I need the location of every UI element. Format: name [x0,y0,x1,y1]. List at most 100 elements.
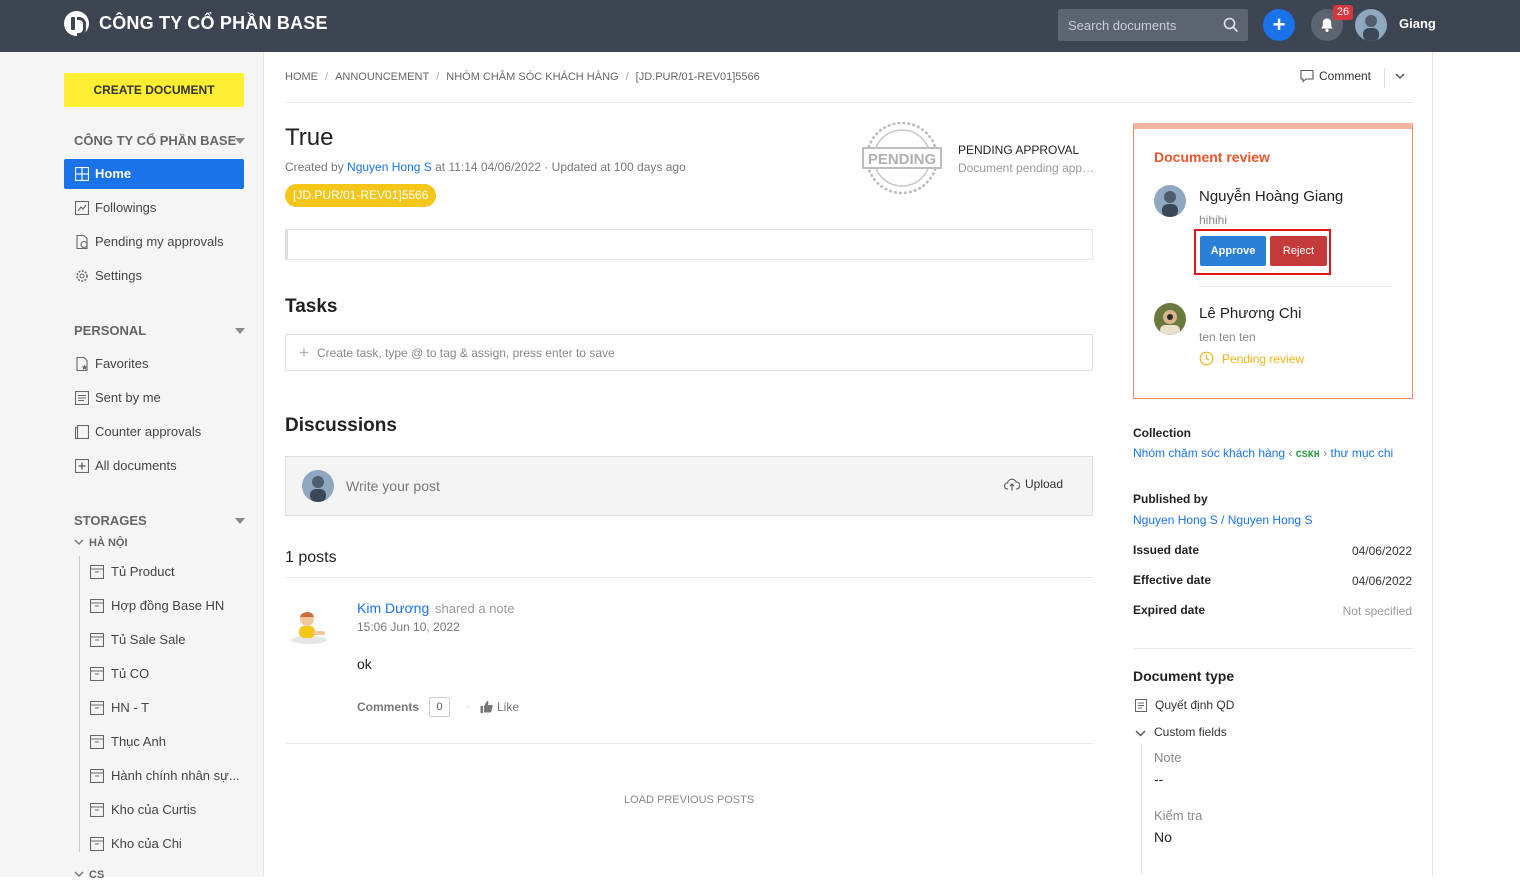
task-input[interactable] [317,335,1077,370]
published-value-link[interactable]: Nguyen Hong S / Nguyen Hong S [1133,513,1415,528]
separator: › [1323,446,1328,460]
tasks-heading: Tasks [285,296,338,317]
custom-fields-label: Custom fields [1154,725,1227,739]
company-title[interactable]: CÔNG TY CỔ PHẦN BASE [99,13,328,34]
chevron-down-icon[interactable] [235,138,245,144]
grid-icon [75,167,89,181]
sidebar-item-label: All documents [95,458,177,473]
post-action: shared a note [435,601,515,616]
plus-icon: + [299,343,309,362]
archive-icon [90,803,104,817]
storage-item-label: Tủ Sale Sale [111,632,186,647]
storage-root-hanoi[interactable]: HÀ NỘI [74,537,128,549]
approve-button[interactable]: Approve [1200,236,1266,266]
storage-root-label: CS [89,869,105,881]
document-clock-icon [76,235,88,249]
personal-section-header[interactable]: PERSONAL [74,323,146,338]
chevron-down-icon[interactable] [1395,72,1405,80]
breadcrumb-separator: / [436,71,440,83]
document-type-label: Quyết định QD [1155,698,1235,712]
post-author-link[interactable]: Kim Dương [357,600,429,616]
chart-icon [75,201,89,215]
breadcrumb-item-document[interactable]: [JD.PUR/01-REV01]5566 [636,71,760,83]
sidebar-item-counter-approvals[interactable]: Counter approvals [64,417,244,447]
add-button[interactable]: + [1263,9,1295,41]
storage-item-label: Thục Anh [111,734,166,749]
sidebar-item-pending-approvals[interactable]: Pending my approvals [64,227,244,257]
archive-icon [90,837,104,851]
meta-suffix: at 11:14 04/06/2022 · Updated at 100 day… [431,160,686,174]
custom-field-value: No [1154,829,1172,845]
sidebar-item-sent-by-me[interactable]: Sent by me [64,383,244,413]
meta-prefix: Created by [285,160,348,174]
document-title: True [285,124,334,151]
sidebar-item-followings[interactable]: Followings [64,193,244,223]
post-time: 15:06 Jun 10, 2022 [357,620,460,634]
comments-button[interactable]: Comments [357,700,419,714]
custom-fields-toggle[interactable]: Custom fields [1135,725,1227,739]
collection-link[interactable]: Nhóm chăm sóc khách hàng [1133,446,1285,460]
document-review-card: Document review Nguyễn Hoàng Giang hihih… [1133,123,1413,399]
status-subtitle: Document pending approval [958,161,1098,175]
search-input[interactable] [1058,9,1218,41]
base-logo-icon[interactable] [64,11,89,36]
sidebar: CREATE DOCUMENT CÔNG TY CỔ PHẦN BASE Hom… [0,52,264,881]
sidebar-item-label: Followings [95,200,157,215]
storage-root-label: HÀ NỘI [89,537,128,549]
search-icon[interactable] [1222,16,1240,34]
review-actions: Approve Reject [1194,229,1331,275]
custom-field-label: Kiểm tra [1154,808,1203,823]
chevron-down-icon[interactable] [235,518,245,524]
document-type-value: Quyết định QD [1135,698,1234,712]
comment-icon [1300,69,1314,83]
storage-item-label: Hợp đồng Base HN [111,598,225,613]
post-input[interactable] [346,471,946,501]
separator: ‹ [1288,446,1293,460]
storage-item-label: Kho của Curtis [111,802,197,817]
top-bar: CÔNG TY CỔ PHẦN BASE + 26 Giang [0,0,1520,52]
comment-button[interactable]: Comment [1300,69,1371,83]
storage-root-cs[interactable]: CS [74,869,104,881]
sidebar-item-favorites[interactable]: Favorites [64,349,244,379]
sidebar-item-label: Settings [95,268,142,283]
custom-field-label: Note [1154,750,1182,765]
company-section-header[interactable]: CÔNG TY CỔ PHẦN BASE [74,133,236,148]
sidebar-item-home[interactable]: Home [64,159,244,189]
breadcrumb-separator: / [625,71,629,83]
breadcrumb-item-group[interactable]: NHÓM CHĂM SÓC KHÁCH HÀNG [446,71,618,83]
collection-link[interactable]: thư mục chi [1330,446,1393,460]
issued-date-label: Issued date [1133,543,1200,557]
review-title: Document review [1154,149,1270,165]
document-content[interactable] [285,229,1093,260]
storage-item-label: HN - T [111,700,150,715]
like-button[interactable]: Like [480,700,519,714]
status-title: PENDING APPROVAL [958,143,1080,157]
breadcrumb-item-home[interactable]: HOME [285,71,318,83]
author-link[interactable]: Nguyen Hong S [347,160,432,174]
sidebar-item-all-documents[interactable]: All documents [64,451,244,481]
reject-button[interactable]: Reject [1270,236,1327,266]
issued-date-value: 04/06/2022 [1351,544,1412,558]
document-meta: Created by Nguyen Hong S at 11:14 04/06/… [285,160,686,174]
tree-line [79,556,80,852]
breadcrumb-item-announcement[interactable]: ANNOUNCEMENT [335,71,429,83]
search-box[interactable] [1058,9,1248,41]
user-avatar[interactable] [1355,9,1387,41]
upload-button[interactable]: Upload [1004,477,1063,491]
create-document-button[interactable]: CREATE DOCUMENT [64,73,244,107]
notification-badge: 26 [1333,5,1353,20]
archive-icon [90,667,104,681]
load-previous-posts-button[interactable]: LOAD PREVIOUS POSTS [624,794,754,806]
storages-section-header[interactable]: STORAGES [74,513,147,528]
storage-item-label: Hành chính nhân sự... [111,768,240,783]
plus-square-icon [75,459,89,473]
chevron-down-icon[interactable] [235,328,245,334]
sidebar-item-label: Favorites [95,356,149,371]
storage-item-label: Tủ CO [111,666,150,681]
task-input-box[interactable]: + [285,334,1093,371]
post-composer[interactable]: Upload [285,456,1093,516]
reviewer-name: Nguyễn Hoàng Giang [1199,188,1344,205]
sidebar-item-label: Counter approvals [95,424,202,439]
sidebar-item-settings[interactable]: Settings [64,261,244,291]
user-name[interactable]: Giang [1399,16,1436,31]
